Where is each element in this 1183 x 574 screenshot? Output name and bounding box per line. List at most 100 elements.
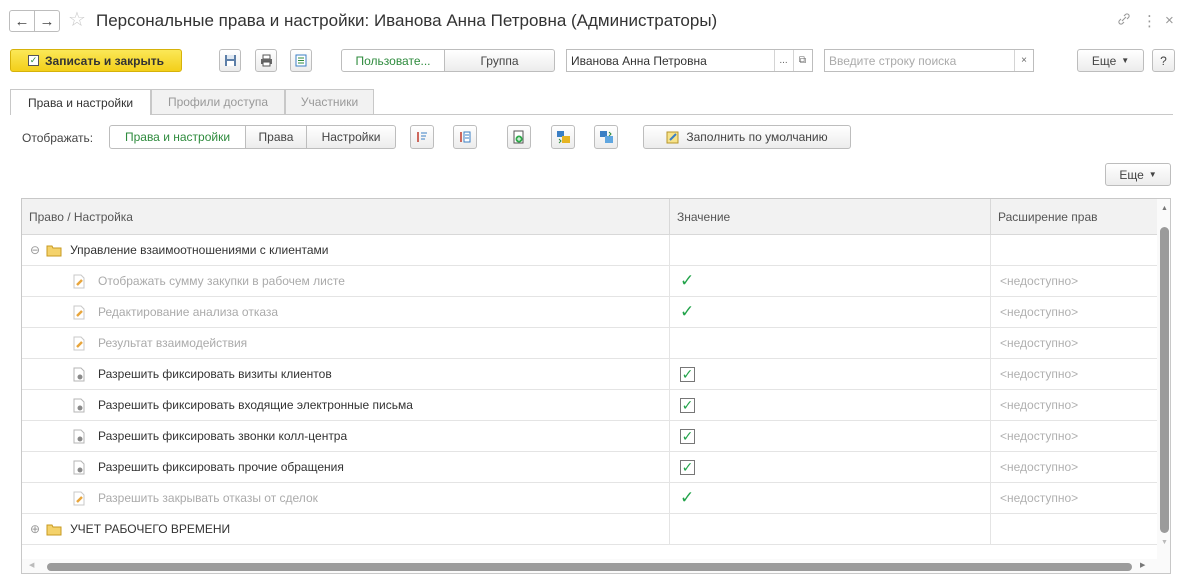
title-bar: ← → ☆ Персональные права и настройки: Ив… (0, 0, 1183, 44)
list-report-icon (295, 54, 307, 67)
user-toggle-button[interactable]: Пользовате... (341, 49, 445, 72)
row-extension: <недоступно> (1000, 367, 1079, 381)
table-row[interactable]: Разрешить фиксировать звонки колл-центра… (22, 421, 1157, 452)
vertical-scrollbar[interactable]: ▲ ▼ (1157, 199, 1170, 573)
report-button[interactable] (290, 49, 312, 72)
column-header-right[interactable]: Право / Настройка (22, 199, 670, 235)
row-name: Разрешить фиксировать прочие обращения (98, 460, 344, 474)
save-and-close-button[interactable]: ✓ Записать и закрыть (10, 49, 182, 72)
table-row[interactable]: Редактирование анализа отказа ✓ <недосту… (22, 297, 1157, 328)
folder-icon (46, 245, 62, 256)
table-row[interactable]: Разрешить фиксировать входящие электронн… (22, 390, 1157, 421)
check-icon: ✓ (680, 271, 695, 290)
arrow-left-icon: ← (14, 12, 30, 30)
paste-arrow-icon (599, 131, 613, 143)
select-ellipsis-button[interactable]: ... (774, 50, 792, 71)
table-row[interactable]: ⊖ Управление взаимоотношениями с клиента… (22, 235, 1157, 266)
table-row[interactable]: Результат взаимодействия <недоступно> (22, 328, 1157, 359)
back-button[interactable]: ← (9, 10, 35, 32)
tab-access-profiles[interactable]: Профили доступа (151, 89, 285, 114)
collapse-icon[interactable]: ⊖ (30, 243, 40, 257)
document-add-icon (513, 130, 524, 144)
print-button[interactable] (255, 49, 277, 72)
arrow-right-icon: → (39, 12, 55, 30)
row-extension: <недоступно> (1000, 336, 1079, 350)
add-profile-button[interactable] (507, 125, 531, 149)
row-extension: <недоступно> (1000, 274, 1079, 288)
right-doc-icon (73, 367, 85, 381)
value-checkbox[interactable]: ✓ (680, 428, 695, 444)
display-rights-button[interactable]: Права (245, 125, 307, 149)
sort-descending-icon (460, 131, 471, 143)
scroll-down-icon[interactable]: ▼ (1161, 539, 1168, 546)
tab-divider (10, 114, 1173, 115)
favorite-star-icon[interactable]: ☆ (68, 7, 86, 32)
tab-rights-settings[interactable]: Права и настройки (10, 89, 151, 115)
more-button[interactable]: Еще ▼ (1077, 49, 1144, 72)
paste-settings-button[interactable] (594, 125, 618, 149)
value-checkbox[interactable]: ✓ (680, 397, 695, 413)
save-button[interactable] (219, 49, 241, 72)
setting-doc-icon (73, 305, 85, 319)
right-doc-icon (73, 429, 85, 443)
right-doc-icon (73, 460, 85, 474)
window-title: Персональные права и настройки: Иванова … (96, 11, 718, 30)
clear-search-icon[interactable]: × (1014, 50, 1033, 71)
copy-settings-button[interactable] (551, 125, 575, 149)
value-checkbox[interactable]: ✓ (680, 459, 695, 475)
vertical-scroll-thumb[interactable] (1160, 227, 1169, 533)
value-checkbox[interactable]: ✓ (680, 366, 695, 382)
row-name: Разрешить закрывать отказы от сделок (98, 491, 318, 505)
search-input[interactable]: Введите строку поиска × (824, 49, 1034, 72)
row-name: Результат взаимодействия (98, 336, 248, 350)
column-header-value[interactable]: Значение (670, 199, 991, 235)
link-icon[interactable] (1117, 12, 1131, 30)
copy-arrow-icon (556, 131, 570, 144)
sort-desc-button[interactable] (453, 125, 477, 149)
expand-icon[interactable]: ⊕ (30, 522, 40, 536)
horizontal-scrollbar[interactable]: ◀ ▶ (22, 559, 1157, 573)
check-icon: ✓ (680, 302, 695, 321)
row-name: Разрешить фиксировать визиты клиентов (98, 367, 332, 381)
scroll-right-icon[interactable]: ▶ (1140, 561, 1145, 569)
folder-icon (46, 524, 62, 535)
setting-doc-icon (73, 274, 85, 288)
check-icon: ✓ (680, 488, 695, 507)
row-name: УЧЕТ РАБОЧЕГО ВРЕМЕНИ (70, 522, 231, 536)
setting-doc-icon (73, 491, 85, 505)
close-icon[interactable]: × (1165, 12, 1174, 29)
row-extension: <недоступно> (1000, 429, 1079, 443)
column-header-extension[interactable]: Расширение прав (991, 199, 1157, 235)
command-bar: ✓ Записать и закрыть Пользовате... Групп… (0, 49, 1183, 73)
table-row[interactable]: Разрешить фиксировать визиты клиентов ✓ … (22, 359, 1157, 390)
horizontal-scroll-thumb[interactable] (47, 563, 1132, 571)
scroll-up-icon[interactable]: ▲ (1161, 205, 1168, 212)
tab-members[interactable]: Участники (285, 89, 374, 114)
more-vert-icon[interactable]: ⋮ (1142, 12, 1157, 30)
table-row[interactable]: Разрешить закрывать отказы от сделок ✓ <… (22, 483, 1157, 514)
checkbox-doc-icon: ✓ (28, 55, 40, 66)
display-label: Отображать: (22, 131, 94, 145)
user-field[interactable]: Иванова Анна Петровна ... ⧉ (566, 49, 813, 72)
caret-down-icon: ▼ (1121, 56, 1130, 65)
sort-asc-button[interactable] (410, 125, 434, 149)
table-more-button[interactable]: Еще ▼ (1105, 163, 1171, 186)
help-button[interactable]: ? (1152, 49, 1175, 72)
table-row[interactable]: Разрешить фиксировать прочие обращения ✓… (22, 452, 1157, 483)
fill-default-button[interactable]: Заполнить по умолчанию (643, 125, 851, 149)
row-extension: <недоступно> (1000, 460, 1079, 474)
table-row[interactable]: Отображать сумму закупки в рабочем листе… (22, 266, 1157, 297)
forward-button[interactable]: → (34, 10, 60, 32)
scroll-left-icon[interactable]: ◀ (29, 561, 34, 569)
display-rights-settings-button[interactable]: Права и настройки (109, 125, 246, 149)
rights-table: Право / Настройка Значение Расширение пр… (21, 198, 1171, 574)
table-row[interactable]: ⊕ УЧЕТ РАБОЧЕГО ВРЕМЕНИ (22, 514, 1157, 545)
group-toggle-button[interactable]: Группа (444, 49, 555, 72)
caret-down-icon: ▼ (1148, 170, 1157, 179)
row-name: Редактирование анализа отказа (98, 305, 279, 319)
row-extension: <недоступно> (1000, 491, 1079, 505)
setting-doc-icon (73, 336, 85, 350)
open-icon[interactable]: ⧉ (793, 50, 811, 71)
display-settings-button[interactable]: Настройки (306, 125, 396, 149)
row-extension: <недоступно> (1000, 398, 1079, 412)
